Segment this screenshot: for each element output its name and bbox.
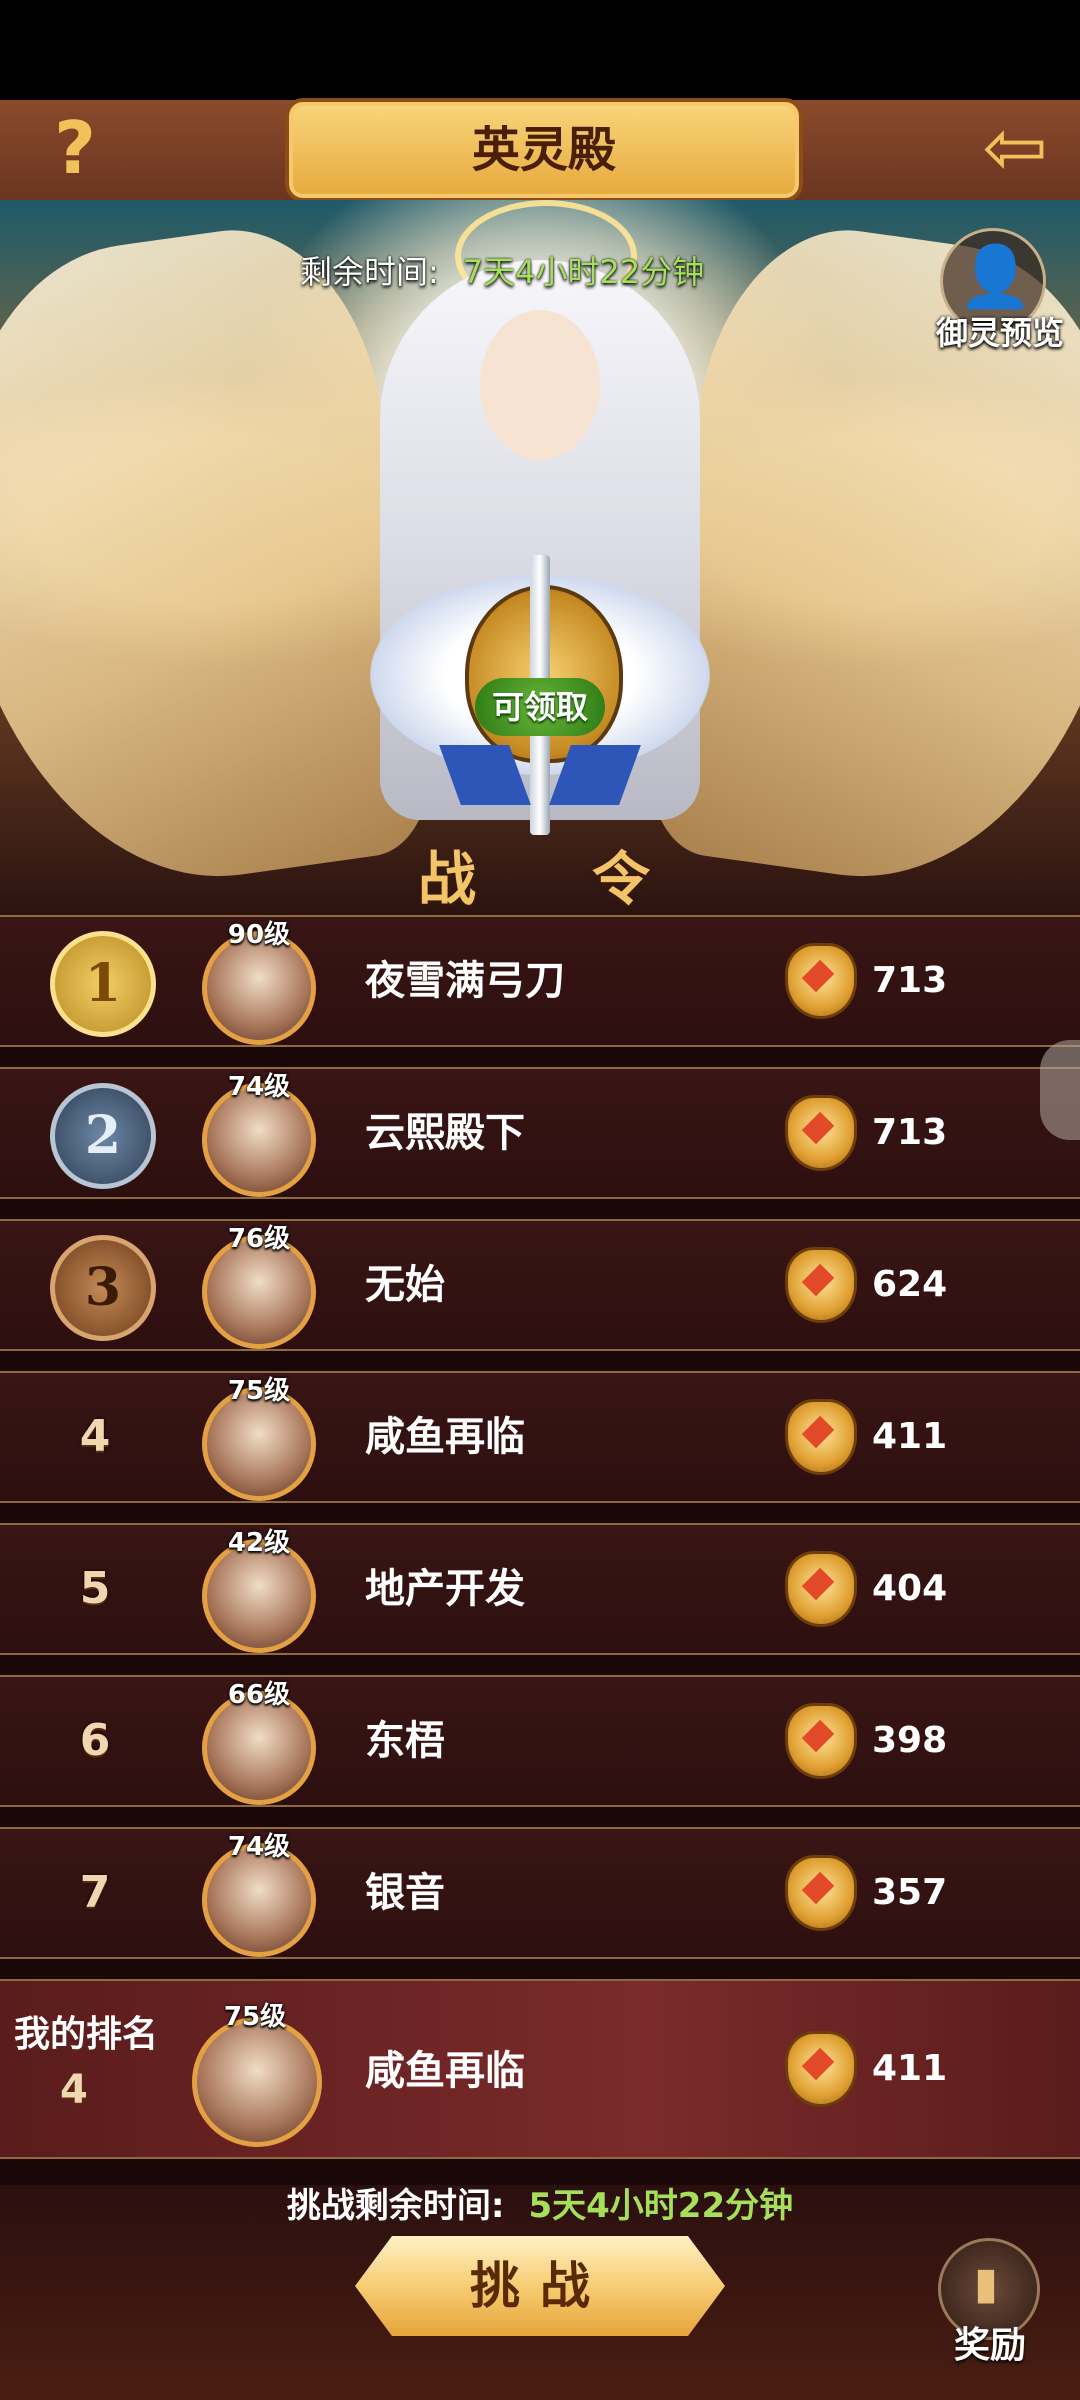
- side-drawer-handle[interactable]: [1040, 1040, 1080, 1140]
- player-name: 咸鱼再临: [365, 2048, 525, 2094]
- preview-label[interactable]: 御灵预览: [925, 308, 1075, 354]
- player-level: 75级: [227, 1376, 291, 1406]
- player-level: 42级: [227, 1528, 291, 1558]
- challenge-button-label[interactable]: 挑战: [355, 2236, 725, 2336]
- angel-face-art: [480, 310, 600, 460]
- remaining-time-value: 7天4小时22分钟: [462, 253, 705, 291]
- ranking-row[interactable]: 1 90级 夜雪满弓刀 713: [0, 915, 1080, 1047]
- player-level: 66级: [227, 1680, 291, 1710]
- player-level: 76级: [227, 1224, 291, 1254]
- challenge-time: 挑战剩余时间: 5天4小时22分钟: [0, 2178, 1080, 2227]
- challenge-time-label: 挑战剩余时间:: [286, 2186, 505, 2226]
- player-name: 夜雪满弓刀: [365, 958, 565, 1004]
- person-icon: 👤: [958, 242, 1033, 312]
- rank-number: 4: [79, 1411, 111, 1462]
- help-button[interactable]: ?: [40, 108, 110, 188]
- player-name: 地产开发: [365, 1566, 525, 1612]
- player-score: 411: [872, 1416, 948, 1457]
- emblem-caption-right: 令: [592, 845, 651, 913]
- player-score: 357: [872, 1872, 948, 1913]
- ranking-row[interactable]: 7 74级 银音 357: [0, 1827, 1080, 1959]
- player-name: 银音: [365, 1870, 445, 1916]
- ranking-row[interactable]: 6 66级 东梧 398: [0, 1675, 1080, 1807]
- trophy-icon: [775, 2025, 861, 2113]
- gold-medal-icon: 1: [50, 931, 156, 1037]
- my-rank-label: 我的排名: [14, 2014, 159, 2055]
- avatar[interactable]: [192, 2017, 322, 2147]
- ranking-list: 1 90级 夜雪满弓刀 713 2 74级 云熙殿下 713 3 76级 无始 …: [0, 915, 1080, 2185]
- my-rank-row[interactable]: 我的排名 4 75级 咸鱼再临 411: [0, 1979, 1080, 2159]
- player-level: 75级: [223, 2002, 287, 2032]
- silver-medal-icon: 2: [50, 1083, 156, 1189]
- status-bar: [0, 0, 1080, 100]
- rank-number: 5: [79, 1563, 111, 1614]
- page-title: 英灵殿: [471, 122, 616, 178]
- trophy-icon: [775, 1241, 861, 1329]
- bronze-medal-icon: 3: [50, 1235, 156, 1341]
- player-score: 398: [872, 1720, 948, 1761]
- ranking-row[interactable]: 2 74级 云熙殿下 713: [0, 1067, 1080, 1199]
- player-score: 404: [872, 1568, 948, 1609]
- trophy-icon: [775, 1393, 861, 1481]
- player-level: 74级: [227, 1832, 291, 1862]
- rank-number: 6: [79, 1715, 111, 1766]
- player-score: 411: [872, 2048, 948, 2089]
- trophy-icon: [775, 1089, 861, 1177]
- player-score: 713: [872, 960, 948, 1001]
- player-name: 东梧: [365, 1718, 445, 1764]
- back-arrow-icon[interactable]: ⇦: [960, 108, 1070, 188]
- title-plate: 英灵殿: [285, 98, 803, 202]
- challenge-time-value: 5天4小时22分钟: [528, 2186, 794, 2226]
- player-level: 74级: [227, 1072, 291, 1102]
- reward-label[interactable]: 奖励: [935, 2316, 1045, 2368]
- player-name: 无始: [365, 1262, 445, 1308]
- trophy-icon: [775, 1849, 861, 1937]
- trophy-icon: [775, 937, 861, 1025]
- chest-icon: ▮: [973, 2258, 999, 2309]
- trophy-icon: [775, 1545, 861, 1633]
- remaining-time-label: 剩余时间:: [300, 253, 439, 291]
- rank-number: 7: [79, 1867, 111, 1918]
- player-name: 云熙殿下: [365, 1110, 525, 1156]
- trophy-icon: [775, 1697, 861, 1785]
- remaining-time: 剩余时间: 7天4小时22分钟: [300, 250, 704, 294]
- player-score: 713: [872, 1112, 948, 1153]
- player-name: 咸鱼再临: [365, 1414, 525, 1460]
- ranking-row[interactable]: 5 42级 地产开发 404: [0, 1523, 1080, 1655]
- emblem-caption-left: 战: [418, 845, 477, 913]
- ranking-row[interactable]: 3 76级 无始 624: [0, 1219, 1080, 1351]
- player-level: 90级: [227, 920, 291, 950]
- my-rank-number: 4: [60, 2067, 88, 2113]
- claim-badge[interactable]: 可领取: [475, 678, 605, 736]
- ranking-row[interactable]: 4 75级 咸鱼再临 411: [0, 1371, 1080, 1503]
- player-score: 624: [872, 1264, 948, 1305]
